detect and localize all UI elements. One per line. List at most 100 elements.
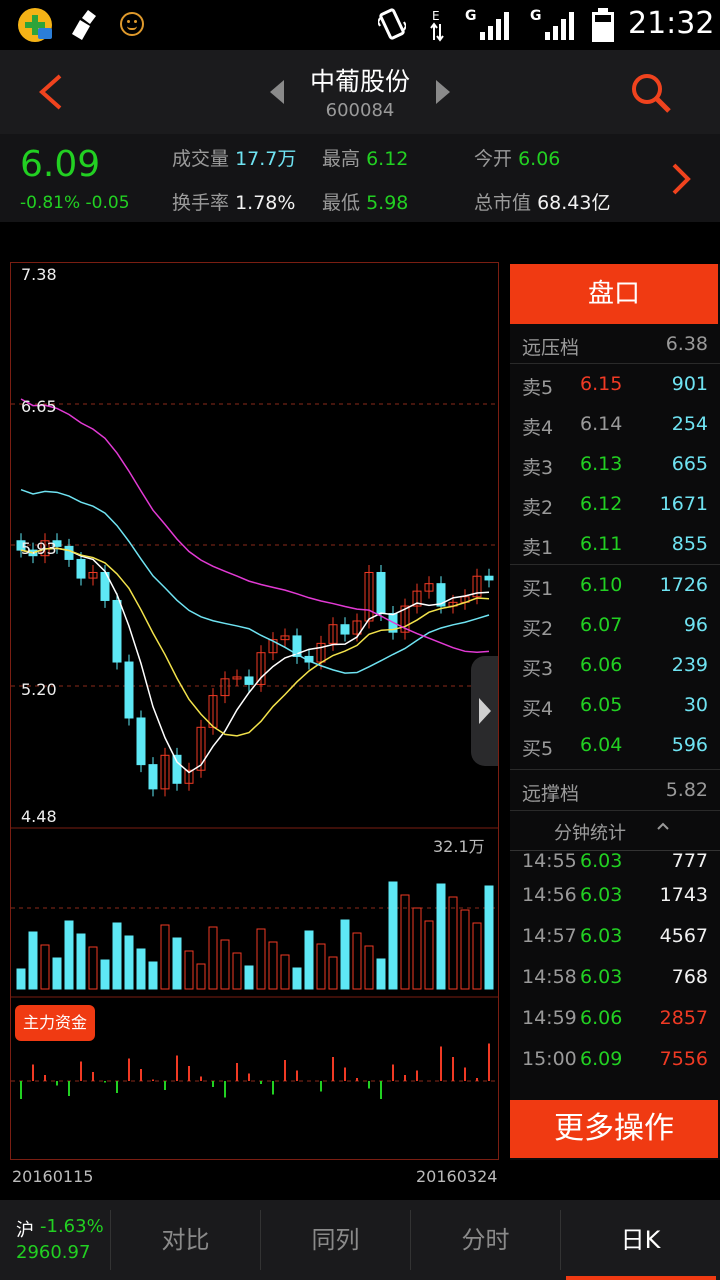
minute-row: 14:58 6.03 768: [510, 957, 720, 997]
index-widget[interactable]: 沪 -1.63% 2960.97: [0, 1200, 110, 1280]
bid-volume: 30: [683, 694, 708, 716]
candle-body: [124, 661, 134, 719]
expand-quote-icon[interactable]: [670, 162, 694, 196]
volume-bar: [460, 909, 470, 990]
far-ask-row: 远压档 6.38: [510, 324, 720, 364]
volume-bar: [220, 939, 230, 990]
candle-body: [340, 624, 350, 635]
network-g-label-2: G: [530, 8, 542, 24]
turnover-value: 1.78%: [235, 192, 296, 214]
volume-bar: [412, 907, 422, 990]
minute-time: 14:56: [522, 884, 577, 906]
ma10-line: [20, 547, 490, 737]
candle-body: [136, 717, 146, 766]
price-tick-top: 7.38: [21, 265, 57, 284]
tab-compare[interactable]: 对比: [111, 1200, 260, 1280]
bid-label: 买3: [522, 658, 554, 680]
price-tick-4: 5.20: [21, 680, 57, 699]
high-label: 最高: [322, 148, 361, 170]
volume-label: 成交量: [172, 148, 230, 170]
volume-bar: [100, 959, 110, 990]
minute-price: 6.03: [580, 925, 623, 947]
volume-bar: [400, 894, 410, 990]
ask-price: 6.13: [580, 453, 623, 475]
volume-bar: [472, 922, 482, 990]
candle-body: [172, 754, 182, 784]
date-start-label: 20160115: [12, 1167, 94, 1186]
volume-bar: [160, 924, 170, 990]
bid-row: 买2 6.07 96: [510, 605, 720, 645]
bid-price: 6.05: [580, 694, 623, 716]
svg-text:E: E: [432, 9, 440, 23]
open-label: 今开: [474, 148, 513, 170]
ask-row: 卖3 6.13 665: [510, 444, 720, 484]
minute-row: 15:00 6.09 7556: [510, 1039, 720, 1079]
next-stock-icon[interactable]: [434, 78, 454, 106]
back-icon[interactable]: [30, 72, 70, 112]
kline-chart-area[interactable]: 7.38 6.65 5.93 5.20 4.48 32.1万 主力资金: [10, 262, 499, 1160]
candle-body: [376, 571, 386, 615]
volume-bar: [124, 935, 134, 990]
volume-bar: [172, 937, 182, 990]
tab-intraday[interactable]: 分时: [411, 1200, 560, 1280]
minute-time: 15:00: [522, 1048, 577, 1070]
volume-max-label: 32.1万: [433, 837, 485, 856]
volume-bar: [364, 945, 374, 990]
fund-flow-badge[interactable]: 主力资金: [15, 1005, 95, 1041]
volume-bar: [448, 896, 458, 990]
minute-row: 14:57 6.03 4567: [510, 916, 720, 956]
current-price: 6.09: [20, 144, 101, 185]
ask-row: 卖4 6.14 254: [510, 404, 720, 444]
volume-bar: [196, 963, 206, 990]
candle-body: [76, 558, 86, 579]
volume-bar: [64, 920, 74, 990]
volume-bar: [376, 958, 386, 990]
volume-bar: [268, 941, 278, 990]
mktcap-value: 68.43亿: [537, 192, 611, 214]
ask-price: 6.11: [580, 533, 623, 555]
date-end-label: 20160324: [416, 1167, 498, 1186]
ask-label: 卖4: [522, 417, 554, 439]
data-transfer-icon: E: [430, 8, 444, 42]
volume-bar: [28, 931, 38, 990]
bid-label: 买1: [522, 578, 554, 600]
minute-stats-toggle[interactable]: 分钟统计: [510, 810, 720, 850]
stock-code: 600084: [325, 100, 395, 121]
ask-price: 6.15: [580, 373, 623, 395]
minute-row: 14:59 6.06 2857: [510, 998, 720, 1038]
volume-bar: [280, 954, 290, 990]
minute-volume: 1743: [659, 884, 708, 906]
chart-expand-handle[interactable]: [471, 656, 498, 766]
quote-bar: 6.09 -0.81% -0.05 成交量 17.7万 最高 6.12 今开 6…: [0, 134, 720, 222]
ma5-line: [20, 547, 490, 774]
search-icon[interactable]: [630, 72, 672, 114]
volume-bar: [340, 919, 350, 990]
chevron-up-icon: [656, 817, 670, 838]
stock-name: 中葡股份: [309, 67, 410, 96]
minute-time: 14:59: [522, 1007, 577, 1029]
volume-bar: [232, 952, 242, 990]
active-tab-indicator: [566, 1276, 716, 1280]
candle-body: [148, 764, 158, 790]
minute-vol: 777: [671, 850, 708, 872]
minute-price: 6.06: [580, 1007, 623, 1029]
volume-bar: [136, 948, 146, 990]
minute-stats-label: 分钟统计: [554, 823, 626, 844]
ask-row: 卖2 6.12 1671: [510, 484, 720, 524]
bid-price: 6.10: [580, 574, 623, 596]
more-actions-button[interactable]: 更多操作: [510, 1100, 718, 1158]
volume-bar: [76, 933, 86, 990]
price-tick-bottom: 4.48: [21, 807, 57, 826]
order-book-header[interactable]: 盘口: [510, 264, 718, 324]
tab-intraday-label: 分时: [461, 1226, 510, 1254]
volume-bar: [304, 930, 314, 990]
index-change: -1.63%: [40, 1216, 104, 1237]
volume-bar: [316, 943, 326, 990]
minute-volume: 7556: [659, 1048, 708, 1070]
tab-peer[interactable]: 同列: [261, 1200, 410, 1280]
vibrate-icon: [376, 8, 408, 42]
turnover-stat: 换手率 1.78%: [172, 188, 295, 215]
tab-daily-k[interactable]: 日K: [561, 1200, 720, 1280]
bid-row: 买5 6.04 596: [510, 725, 720, 765]
ask-label: 卖3: [522, 457, 554, 479]
